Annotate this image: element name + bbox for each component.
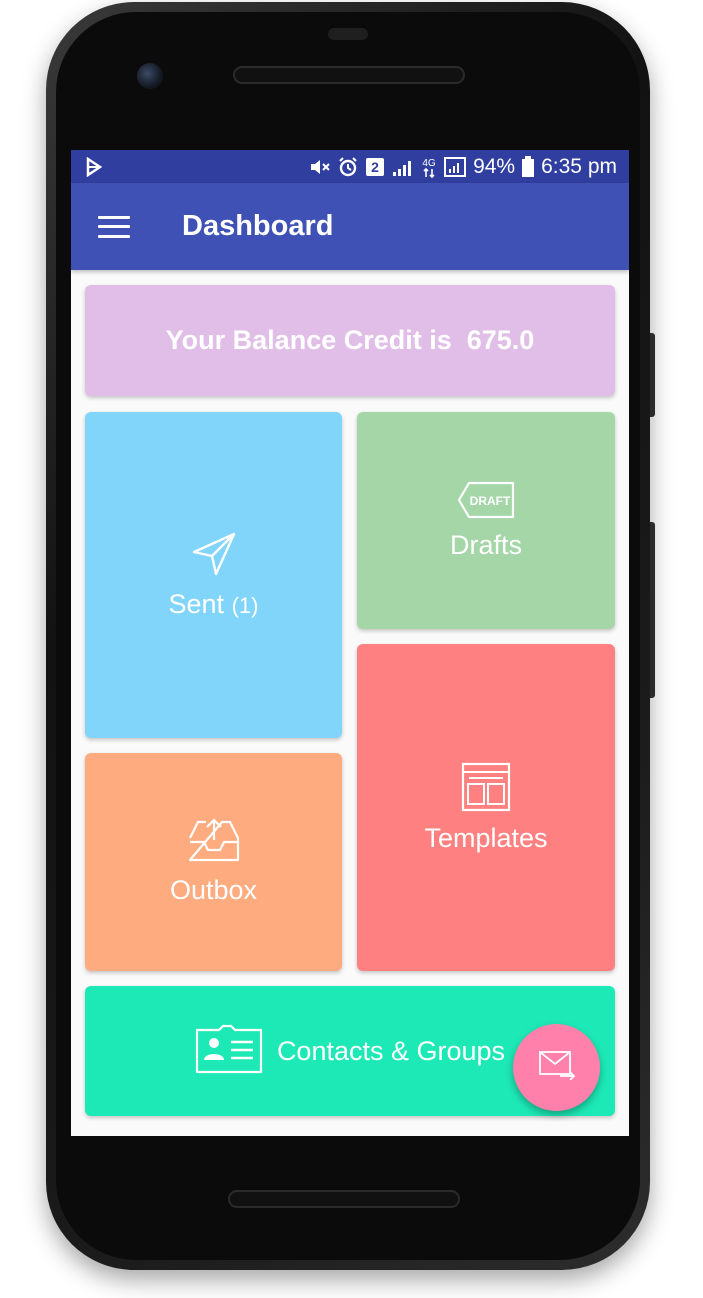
send-paper-plane-icon [190,530,238,583]
drafts-tile[interactable]: DRAFT Drafts [357,412,615,629]
page-title: Dashboard [182,210,334,242]
template-layout-icon [461,762,511,817]
signal-icon [392,157,414,177]
power-button [650,522,655,698]
sent-label: Sent [168,589,225,619]
play-store-notification-icon [85,156,103,177]
alarm-icon [338,156,358,177]
drafts-label: Drafts [449,529,522,560]
outbox-tile[interactable]: Outbox [85,753,342,971]
sent-count: (1) [231,593,259,618]
balance-credit-text: Your Balance Credit is 675.0 [165,325,535,355]
hamburger-menu-icon[interactable] [98,215,130,238]
contact-card-icon [195,1024,263,1079]
compose-fab-button[interactable] [513,1024,600,1111]
battery-percentage: 94% [473,154,516,178]
app-toolbar: Dashboard [71,183,629,270]
battery-icon [522,156,535,177]
volume-button [650,333,655,417]
contacts-groups-label: Contacts & Groups [276,1035,506,1066]
clock: 6:35 pm [541,154,617,178]
mute-icon [309,157,331,177]
sent-tile[interactable]: Sent (1) [85,412,342,738]
status-bar-left [85,156,103,177]
network-label: 4G [422,158,436,169]
templates-label: Templates [424,822,548,853]
bottom-speaker-grille [228,1190,460,1208]
outbox-label: Outbox [169,875,258,905]
draft-tag-text: DRAFT [470,494,511,508]
templates-tile[interactable]: Templates [357,644,615,971]
sim-2-icon: 2 [365,157,385,177]
balance-credit-banner: Your Balance Credit is 675.0 [85,285,615,396]
earpiece-sensor [328,28,368,40]
status-bar: 2 4G 94% 6:35 pm [71,150,629,183]
sim-label: 2 [371,159,379,175]
outbox-tray-icon [186,818,242,869]
mobile-data-signal-icon [444,156,467,177]
sent-label-row: Sent (1) [169,589,259,620]
network-type-icon: 4G [421,156,437,178]
status-bar-right: 2 4G 94% 6:35 pm [309,155,617,179]
draft-tag-icon: DRAFT [457,481,515,524]
app-screen: 2 4G 94% 6:35 pm Dashboard Your Balance … [71,150,629,1136]
compose-mail-icon [538,1050,576,1085]
top-speaker-grille [233,66,465,84]
front-camera [137,63,163,89]
